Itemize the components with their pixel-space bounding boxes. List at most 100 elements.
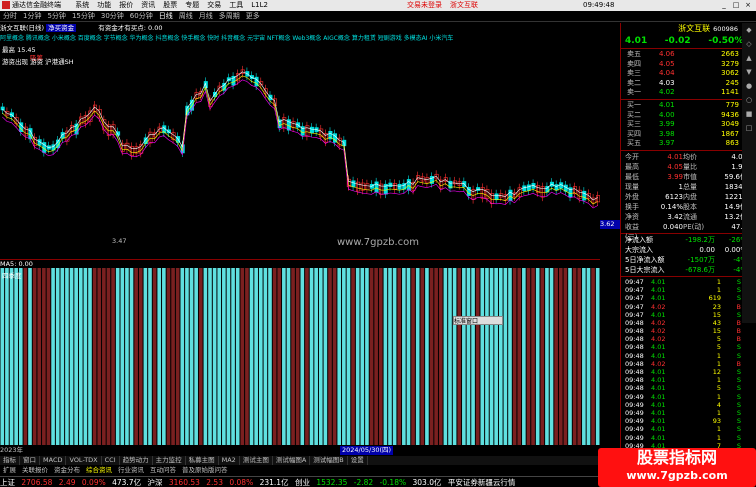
indicator-tab[interactable]: 测试幅图B [310,456,348,465]
sidebar-icon-6[interactable]: ○ [742,93,756,107]
volume-bar [402,268,406,445]
date-left: 2023年 [0,446,24,454]
indicator-tab[interactable]: CCI [102,456,120,465]
tick-cell: 5 [716,343,721,352]
volume-bar [42,268,46,445]
period-10[interactable]: 更多 [243,11,263,22]
stock-alert[interactable]: 浙文互联 [450,0,478,11]
asks-label: 卖一 [627,88,641,97]
sidebar-icon-1[interactable]: ◆ [742,23,756,37]
indicator-tab[interactable]: 测试幅图A [273,456,311,465]
info-tab[interactable]: 综合资讯 [83,466,115,475]
volume-bar [374,268,378,445]
indicator-tab[interactable]: 指标 [0,456,20,465]
window-buttons: _ □ × [718,0,754,11]
volume-bar [115,268,120,445]
volume-bar [120,268,125,445]
sidebar-icon-4[interactable]: ▼ [742,65,756,79]
top-menu-item[interactable]: 报价 [119,1,133,9]
period-6[interactable]: 日线 [156,11,176,22]
info-tab[interactable]: 关联报价 [19,466,51,475]
sh-label[interactable]: 上证 [0,477,15,487]
volume-bar [162,268,166,445]
trade-status[interactable]: 交易未登录 [407,0,442,11]
period-9[interactable]: 多周期 [216,11,243,22]
volume-bar [300,268,305,445]
volume-bar [535,268,540,445]
period-8[interactable]: 月线 [196,11,216,22]
asks-price: 4.04 [659,69,675,78]
top-menu-item[interactable]: 资讯 [141,1,155,9]
info-tab[interactable]: 扩展 [0,466,19,475]
indicator-tab[interactable]: 趋势动力 [120,456,153,465]
sz-label[interactable]: 沪深 [147,477,162,487]
asks-price: 4.06 [659,50,675,58]
volume-bar [425,268,429,445]
period-3[interactable]: 15分钟 [69,11,98,22]
sidebar-icon-2[interactable]: ◇ [742,37,756,51]
period-1[interactable]: 1分钟 [20,11,44,22]
volume-bar [438,268,443,445]
top-menu-item[interactable]: 交易 [207,1,221,9]
indicator-tab[interactable]: VOL-TDX [66,456,102,465]
cy-label[interactable]: 创业 [295,477,310,487]
tick-cell: 1 [716,433,721,442]
tick-cell: S [736,376,741,385]
indicator-tag[interactable]: 净买资金 [46,24,77,32]
flow-cell: -678.6万 [685,265,715,274]
indicator-tab[interactable]: MA2 [219,456,240,465]
maximize-icon[interactable]: □ [730,0,742,11]
period-5[interactable]: 60分钟 [127,11,156,22]
info-tab[interactable]: 行业资讯 [115,466,147,475]
sidebar-icon-5[interactable]: ● [742,79,756,93]
top-menu-item[interactable]: 专题 [185,1,199,9]
period-0[interactable]: 分时 [0,11,20,22]
top-menu-item[interactable]: 功能 [97,1,111,9]
sidebar-icon-3[interactable]: ▲ [742,51,756,65]
indicator-tab[interactable]: 私募主图 [186,456,219,465]
tick-row: 09:47 4.01 1 S [621,278,756,286]
period-4[interactable]: 30分钟 [98,11,127,22]
window-popup[interactable]: 标准窗口 [453,316,503,325]
bids-price: 3.97 [659,139,675,148]
volume-chart[interactable] [0,268,600,445]
indicator-tab[interactable]: 设置 [348,456,368,465]
sidebar-icon-7[interactable]: ■ [742,107,756,121]
info-tab[interactable]: 互动问答 [147,466,179,475]
volume-bar [378,268,383,445]
volume-bar [406,268,411,445]
tick-cell: 5 [716,384,721,393]
info-cell: 外盘 [625,192,639,201]
bids-row: 买三 3.99 3049 [621,120,756,130]
kline-chart[interactable]: 4.354.254.154.054.00 [0,44,600,258]
info-tab[interactable]: 资金分布 [51,466,83,475]
indicator-tab[interactable]: 窗口 [20,456,40,465]
tick-cell: 4.01 [651,400,666,409]
tick-cell: 09:49 [625,392,644,401]
top-menu-item[interactable]: 工具 [229,1,243,9]
sidebar-icon-8[interactable]: □ [742,121,756,135]
indicator-tab[interactable]: 主力监控 [153,456,186,465]
candle-body [365,183,370,191]
volume-bar [448,268,452,445]
bids-label: 买五 [627,139,641,148]
top-menu-item[interactable]: L1L2 [251,1,268,9]
flow-row: 大宗流入 0.00 0.00% [621,245,756,255]
info-row: 净资 3.42 流通 13.2亿 [621,212,756,222]
period-7[interactable]: 周线 [176,11,196,22]
info-tab[interactable]: 普及原始版问答 [179,466,231,475]
ma-line [2,71,598,201]
period-2[interactable]: 5分钟 [44,11,68,22]
indicator-tab[interactable]: MACD [40,456,67,465]
candle-body [374,181,379,193]
top-menu-item[interactable]: 系统 [75,1,89,9]
minimize-icon[interactable]: _ [718,0,730,11]
volume-bar [526,268,531,445]
bids-volume: 779 [725,100,739,109]
indicator-tab[interactable]: 测试主图 [240,456,273,465]
cy-amount: 303.0亿 [412,478,442,487]
flow-cell: 0.00 [699,245,715,254]
brand-banner: 股票指标网 www.7gpzb.com [598,448,756,487]
top-menu-item[interactable]: 股票 [163,1,177,9]
close-icon[interactable]: × [742,0,754,11]
